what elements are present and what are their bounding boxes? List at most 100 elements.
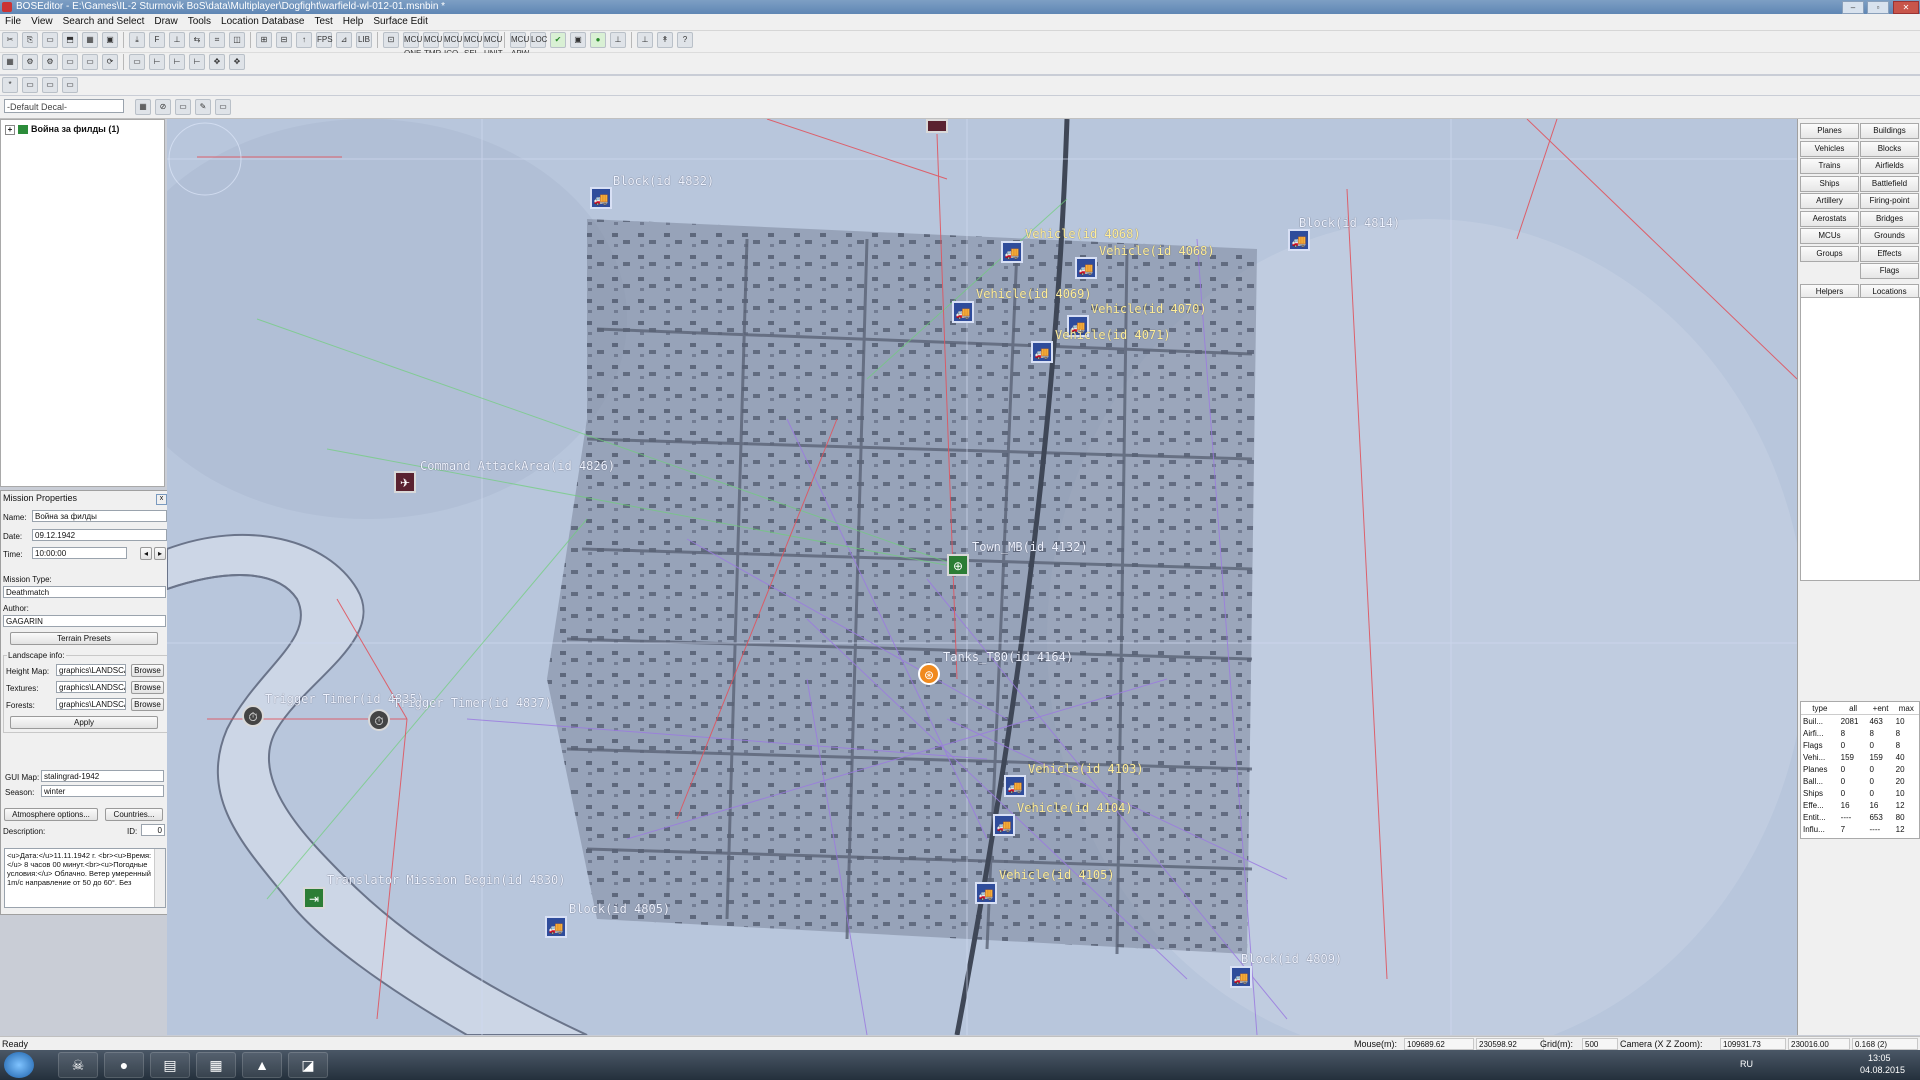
tool-button-14[interactable]: ↑: [296, 32, 312, 48]
tool-button-22[interactable]: MCU SEL: [463, 32, 482, 58]
time-next-button[interactable]: ▸: [154, 547, 166, 560]
time-prev-button[interactable]: ◂: [140, 547, 152, 560]
close-button[interactable]: ✕: [1893, 1, 1919, 14]
menu-test[interactable]: Test: [309, 14, 337, 30]
vehicle-icon[interactable]: 🚚: [993, 814, 1015, 836]
taskbar-app-icon[interactable]: ▤: [150, 1052, 190, 1078]
date-picker[interactable]: 09.12.1942: [32, 529, 167, 541]
category-aerostats-button[interactable]: Aerostats: [1800, 210, 1859, 227]
tool-button-10[interactable]: ⌗: [209, 32, 225, 48]
id-field[interactable]: 0: [141, 824, 165, 836]
atmosphere-options-button[interactable]: Atmosphere options...: [4, 808, 98, 821]
category-mcus-button[interactable]: MCUs: [1800, 228, 1859, 244]
mission-type-select[interactable]: Deathmatch: [3, 586, 166, 598]
tool-button-29[interactable]: ⊥: [610, 32, 626, 48]
tool-button-32[interactable]: ?: [677, 32, 693, 48]
menu-help[interactable]: Help: [338, 14, 369, 30]
forests-field[interactable]: graphics\LANDSCA: [56, 698, 126, 710]
translator-icon[interactable]: ⇥: [303, 887, 325, 909]
tool-button-16[interactable]: ⊿: [336, 32, 352, 48]
transform-button-9[interactable]: ⊢: [189, 54, 205, 70]
tool-button-30[interactable]: ⊥: [637, 32, 653, 48]
transform-button-1[interactable]: ⚙: [22, 54, 38, 70]
tool-button-5[interactable]: ▣: [102, 32, 118, 48]
menu-search-select[interactable]: Search and Select: [58, 14, 150, 30]
season-select[interactable]: winter: [41, 785, 164, 797]
tool-button-27[interactable]: ▣: [570, 32, 586, 48]
tanks-icon[interactable]: ⊛: [918, 663, 940, 685]
tool-button-19[interactable]: MCU ONE: [403, 32, 422, 58]
vehicle-icon[interactable]: 🚚: [1075, 257, 1097, 279]
decal-tool-button[interactable]: ▦: [135, 99, 151, 115]
tool-button-20[interactable]: MCU TMR: [423, 32, 442, 58]
menu-view[interactable]: View: [26, 14, 58, 30]
vehicle-icon[interactable]: 🚚: [952, 301, 974, 323]
stats-column-header[interactable]: +ent: [1867, 702, 1894, 715]
stats-column-header[interactable]: max: [1893, 702, 1919, 715]
transform-button-10[interactable]: ✥: [209, 54, 225, 70]
expand-icon[interactable]: +: [5, 124, 15, 135]
textures-field[interactable]: graphics\LANDSCA: [56, 681, 126, 693]
view-button-1[interactable]: ▭: [22, 77, 38, 93]
menu-draw[interactable]: Draw: [149, 14, 182, 30]
textures-browse-button[interactable]: Browse: [131, 681, 164, 694]
gui-map-select[interactable]: stalingrad-1942: [41, 770, 164, 782]
transform-button-8[interactable]: ⊢: [169, 54, 185, 70]
terrain-presets-button[interactable]: Terrain Presets: [10, 632, 158, 645]
transform-button-2[interactable]: ⚙: [42, 54, 58, 70]
transform-button-4[interactable]: ▭: [82, 54, 98, 70]
decal-tool-button[interactable]: ✎: [195, 99, 211, 115]
vehicle-icon[interactable]: 🚚: [1031, 341, 1053, 363]
maximize-button[interactable]: ▫: [1867, 1, 1889, 14]
height-map-browse-button[interactable]: Browse: [131, 664, 164, 677]
taskbar-app-icon[interactable]: ▦: [196, 1052, 236, 1078]
tool-button-8[interactable]: ⊥: [169, 32, 185, 48]
decal-select[interactable]: -Default Decal-: [4, 99, 124, 113]
category-grounds-button[interactable]: Grounds: [1860, 228, 1919, 244]
time-field[interactable]: 10:00:00: [32, 547, 127, 559]
view-button-0[interactable]: *: [2, 77, 18, 93]
category-bridges-button[interactable]: Bridges: [1860, 210, 1919, 227]
object-list[interactable]: [1800, 297, 1920, 581]
tree-root-node[interactable]: + Война за филды (1): [5, 124, 119, 135]
tool-button-17[interactable]: LIB: [356, 32, 372, 48]
tool-button-4[interactable]: ▦: [82, 32, 98, 48]
tool-button-3[interactable]: ⬒: [62, 32, 78, 48]
start-button[interactable]: [4, 1052, 34, 1078]
tool-button-9[interactable]: ⇆: [189, 32, 205, 48]
tool-button-0[interactable]: ✂: [2, 32, 18, 48]
transform-button-6[interactable]: ▭: [129, 54, 145, 70]
apply-button[interactable]: Apply: [10, 716, 158, 729]
category-blocks-button[interactable]: Blocks: [1860, 140, 1919, 157]
decal-tool-button[interactable]: ▭: [175, 99, 191, 115]
map-viewport[interactable]: 🚚 🚚 🚚 🚚 🚚 🚚 🚚 ✈ ⊕ ⊛ ⏱ ⏱ 🚚 🚚 🚚 ⇥ 🚚 🚚 Bloc…: [167, 119, 1797, 1035]
category-buildings-button[interactable]: Buildings: [1860, 123, 1919, 139]
mission-name-field[interactable]: Война за филды: [32, 510, 167, 522]
language-indicator[interactable]: RU: [1740, 1059, 1753, 1069]
transform-button-11[interactable]: ✥: [229, 54, 245, 70]
tool-button-2[interactable]: ▭: [42, 32, 58, 48]
town-icon[interactable]: ⊕: [947, 554, 969, 576]
tool-button-23[interactable]: MCU UNIT: [483, 32, 503, 58]
menu-location-database[interactable]: Location Database: [216, 14, 309, 30]
vehicle-icon[interactable]: 🚚: [1001, 241, 1023, 263]
block-icon[interactable]: 🚚: [545, 916, 567, 938]
decal-tool-button[interactable]: ⊘: [155, 99, 171, 115]
block-icon[interactable]: 🚚: [1288, 229, 1310, 251]
tool-button-6[interactable]: ⤓: [129, 32, 145, 48]
transform-button-0[interactable]: ▦: [2, 54, 18, 70]
attack-area-icon[interactable]: ✈: [394, 471, 416, 493]
category-artillery-button[interactable]: Artillery: [1800, 193, 1859, 209]
vehicle-icon[interactable]: 🚚: [975, 882, 997, 904]
minimize-button[interactable]: –: [1842, 1, 1864, 14]
tool-button-18[interactable]: ⊡: [383, 32, 399, 48]
close-icon[interactable]: x: [156, 494, 167, 505]
category-groups-button[interactable]: Groups: [1800, 245, 1859, 262]
timer-icon[interactable]: ⏱: [242, 705, 264, 727]
tool-button-1[interactable]: ⎘: [22, 32, 38, 48]
tool-button-26[interactable]: ✔: [550, 32, 566, 48]
timer-icon[interactable]: ⏱: [368, 709, 390, 731]
taskbar-app-icon[interactable]: ●: [104, 1052, 144, 1078]
tool-button-15[interactable]: FPS: [316, 32, 333, 48]
category-ships-button[interactable]: Ships: [1800, 175, 1859, 192]
